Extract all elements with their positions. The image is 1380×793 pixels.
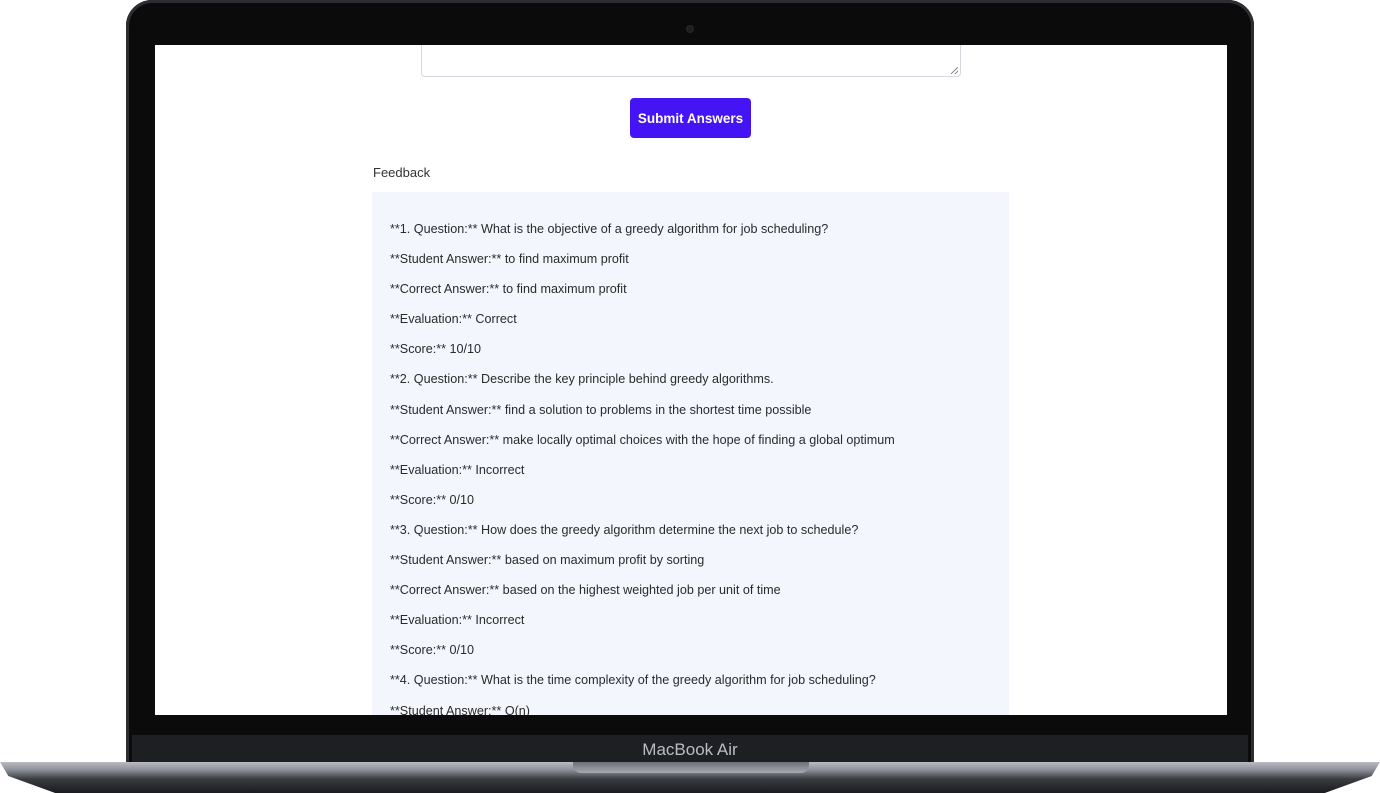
- feedback-line: **Score:** 10/10: [390, 342, 482, 357]
- resize-grip-icon[interactable]: [951, 67, 958, 74]
- laptop-chin: MacBook Air: [132, 735, 1248, 763]
- submit-answers-button[interactable]: Submit Answers: [630, 98, 751, 138]
- feedback-panel: **1. Question:** What is the objective o…: [372, 192, 1009, 715]
- feedback-line: **Evaluation:** Incorrect: [390, 613, 525, 628]
- feedback-line: **3. Question:** How does the greedy alg…: [390, 522, 859, 537]
- feedback-line: **Student Answer:** O(n): [390, 703, 531, 716]
- feedback-line: **Correct Answer:** to find maximum prof…: [390, 282, 627, 297]
- device-label: MacBook Air: [642, 740, 738, 759]
- screen: Submit Answers Feedback **1. Question:**…: [155, 45, 1227, 715]
- feedback-line: **Evaluation:** Correct: [390, 312, 517, 327]
- laptop-notch: [573, 762, 809, 773]
- feedback-line: **Correct Answer:** make locally optimal…: [390, 432, 895, 447]
- feedback-line: **Correct Answer:** based on the highest…: [390, 583, 781, 598]
- feedback-heading: Feedback: [373, 165, 431, 180]
- feedback-line: **2. Question:** Describe the key princi…: [390, 372, 774, 387]
- answer-textarea[interactable]: [421, 45, 961, 77]
- feedback-line: **4. Question:** What is the time comple…: [390, 673, 876, 688]
- feedback-line: **Student Answer:** find a solution to p…: [390, 402, 812, 417]
- feedback-line: **1. Question:** What is the objective o…: [390, 222, 829, 236]
- feedback-line: **Score:** 0/10: [390, 643, 475, 658]
- feedback-line: **Student Answer:** based on maximum pro…: [390, 553, 705, 568]
- feedback-line: **Student Answer:** to find maximum prof…: [390, 252, 629, 267]
- feedback-line: **Evaluation:** Incorrect: [390, 462, 525, 477]
- feedback-list: **1. Question:** What is the objective o…: [390, 216, 895, 715]
- feedback-line: **Score:** 0/10: [390, 492, 475, 507]
- camera-icon: [687, 26, 693, 32]
